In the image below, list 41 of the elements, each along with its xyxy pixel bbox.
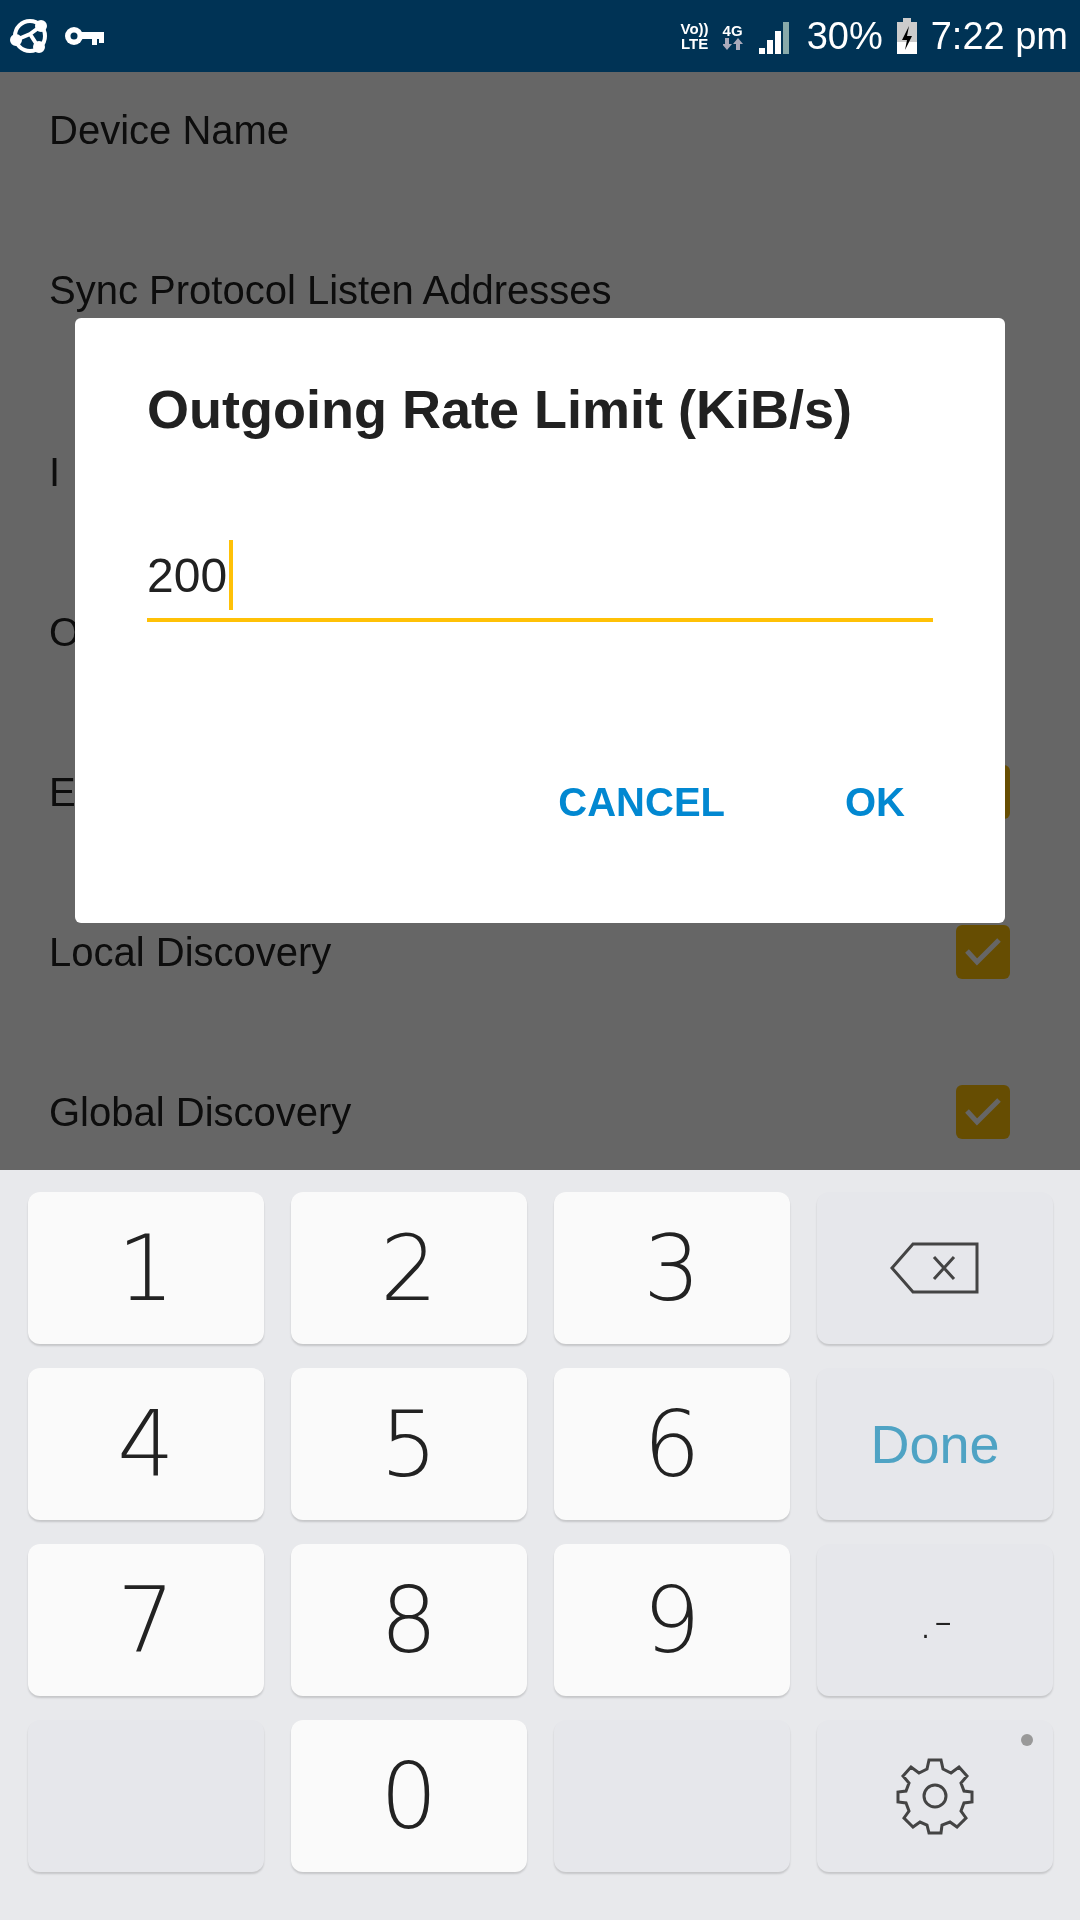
symbol-key[interactable]: .-	[817, 1544, 1053, 1696]
settings-key[interactable]	[817, 1720, 1053, 1872]
setting-label: I	[49, 450, 61, 494]
battery-charging-icon	[896, 18, 917, 54]
sync-icon	[10, 16, 50, 56]
dialog-button[interactable]: OK	[817, 764, 933, 841]
digit-key[interactable]: 0	[291, 1720, 527, 1872]
setting-label: E	[49, 770, 76, 814]
checkbox[interactable]	[956, 1085, 1010, 1139]
dialog-title: Outgoing Rate Limit (KiB/s)	[147, 378, 853, 440]
network-label: 4G	[722, 22, 743, 38]
digit-key[interactable]: 2	[291, 1192, 527, 1344]
setting-label: Device Name	[49, 108, 290, 152]
checkbox[interactable]	[956, 925, 1010, 979]
digit-key[interactable]: 1	[28, 1192, 264, 1344]
settings-icon	[895, 1756, 975, 1836]
clock-time: 7:22 pm	[930, 14, 1068, 58]
data-arrows-icon	[722, 37, 743, 50]
blank-key[interactable]	[554, 1720, 790, 1872]
indicator-dot	[1021, 1734, 1033, 1746]
backspace-key[interactable]	[817, 1192, 1053, 1344]
input-field[interactable]: 200	[147, 540, 933, 622]
digit-key[interactable]: 8	[291, 1544, 527, 1696]
digit-key[interactable]: 3	[554, 1192, 790, 1344]
digit-key[interactable]: 5	[291, 1368, 527, 1520]
digit-key[interactable]: 6	[554, 1368, 790, 1520]
blank-key[interactable]	[28, 1720, 264, 1872]
volte-label: Vo))	[680, 21, 709, 36]
check-icon	[964, 937, 1002, 967]
digit-key[interactable]: 9	[554, 1544, 790, 1696]
digit-key[interactable]: 4	[28, 1368, 264, 1520]
backspace-icon	[889, 1240, 981, 1296]
setting-label: Global Discovery	[49, 1090, 352, 1134]
key-icon	[64, 24, 104, 48]
volte-label: LTE	[680, 36, 709, 51]
battery-percent: 30%	[806, 14, 883, 58]
check-icon	[964, 1097, 1002, 1127]
dialog-button[interactable]: CANCEL	[530, 764, 753, 841]
setting-label: Sync Protocol Listen Addresses	[49, 268, 612, 312]
setting-label: Local Discovery	[49, 930, 332, 974]
digit-key[interactable]: 7	[28, 1544, 264, 1696]
